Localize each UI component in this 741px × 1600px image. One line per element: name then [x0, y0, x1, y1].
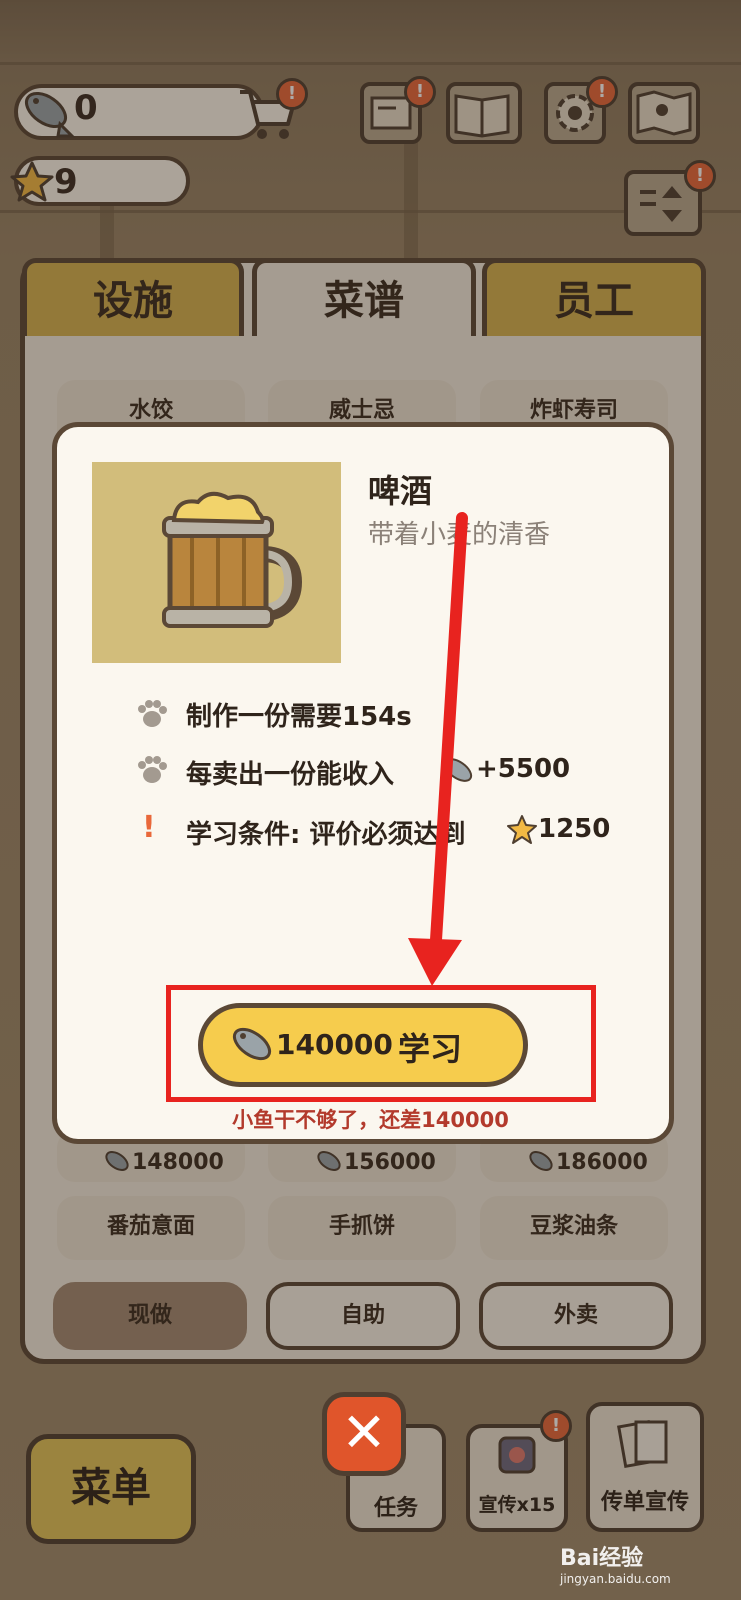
- watermark-url: jingyan.baidu.com: [560, 1572, 671, 1586]
- condition-value: 1250: [538, 814, 611, 844]
- highlight-box-annotation: [166, 985, 596, 1102]
- star-icon: [507, 815, 537, 844]
- recipe-title: 啤酒: [368, 472, 433, 510]
- income-value: +5500: [476, 754, 571, 784]
- fish-icon: [443, 758, 473, 782]
- paw-icon: [138, 756, 167, 783]
- beer-mug-icon: [162, 491, 303, 628]
- make-time-text: 制作一份需要154s: [186, 702, 412, 732]
- recipe-description: 带着小麦的清香: [368, 520, 551, 550]
- insufficient-fish-warning: 小鱼干不够了，还差140000: [232, 1108, 509, 1132]
- baidu-watermark: Bai经验 jingyan.baidu.com: [560, 1540, 671, 1586]
- exclamation-icon: !: [142, 810, 156, 845]
- recipe-image: [92, 462, 341, 663]
- income-text: 每卖出一份能收入: [186, 760, 395, 790]
- paw-icon: [138, 700, 167, 727]
- condition-text: 学习条件: 评价必须达到: [186, 820, 466, 850]
- close-button[interactable]: ✕: [322, 1392, 406, 1476]
- watermark-brand: Bai经验: [560, 1546, 644, 1571]
